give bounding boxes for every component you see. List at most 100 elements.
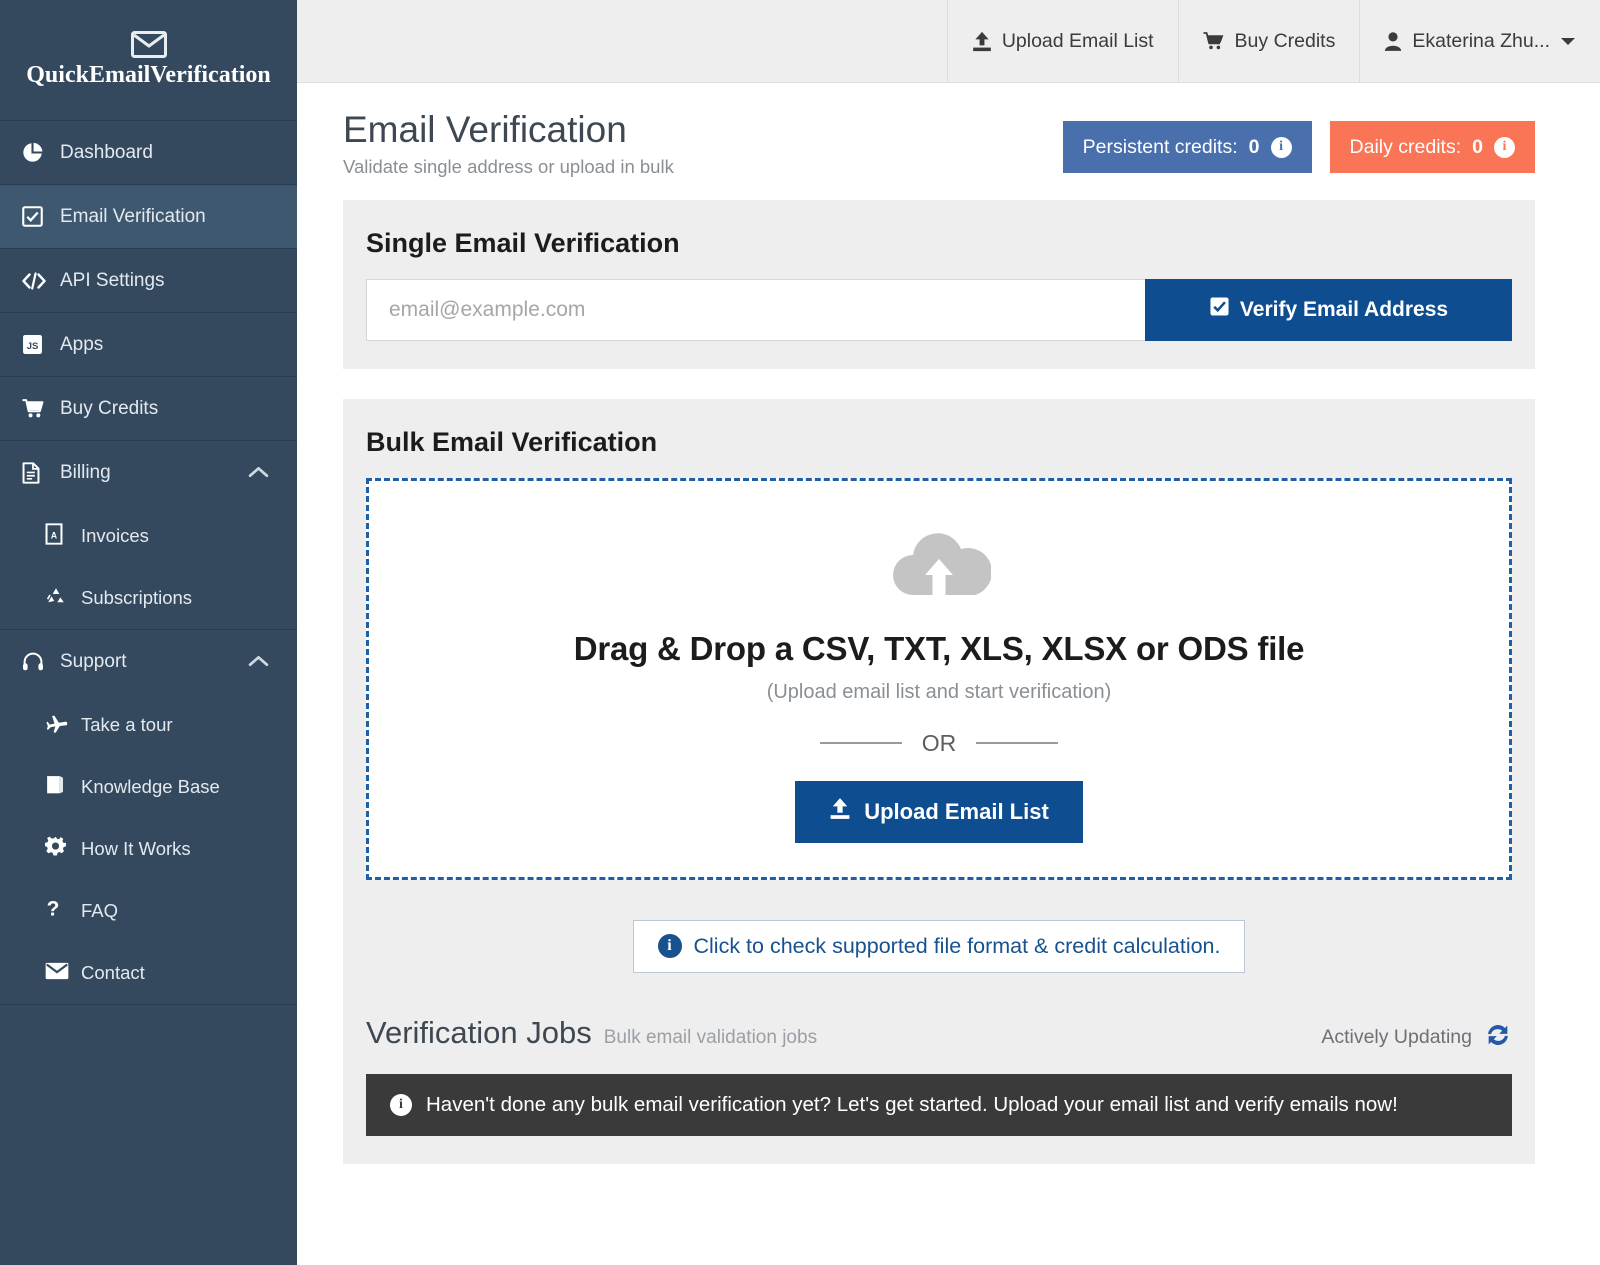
persistent-credits-badge[interactable]: Persistent credits: 0 i xyxy=(1063,121,1312,173)
upload-button-label: Upload Email List xyxy=(864,799,1049,825)
scrollbar-track[interactable] xyxy=(1586,83,1600,1265)
upload-icon xyxy=(972,31,992,52)
svg-text:A: A xyxy=(51,530,58,540)
sidebar-item-how-it-works[interactable]: How It Works xyxy=(0,818,297,880)
cart-icon xyxy=(1203,31,1225,51)
page-subtitle: Validate single address or upload in bul… xyxy=(343,156,674,178)
user-avatar-icon xyxy=(1384,31,1402,52)
chevron-down-icon[interactable] xyxy=(1560,36,1576,47)
info-icon[interactable]: i xyxy=(1271,137,1292,158)
sidebar-item-label: Knowledge Base xyxy=(81,776,220,798)
sidebar-item-dashboard[interactable]: Dashboard xyxy=(0,121,297,185)
js-icon: JS xyxy=(22,334,52,355)
file-pdf-icon: A xyxy=(45,523,73,550)
upload-icon xyxy=(829,797,851,826)
chevron-up-icon[interactable] xyxy=(248,651,269,673)
email-input[interactable] xyxy=(366,279,1145,341)
format-link-label: Click to check supported file format & c… xyxy=(694,934,1221,959)
sidebar-item-api-settings[interactable]: API Settings xyxy=(0,249,297,313)
brand-logo[interactable]: QuickEmailVerification xyxy=(0,0,297,121)
single-email-form: Verify Email Address xyxy=(366,279,1512,341)
verify-email-address-button[interactable]: Verify Email Address xyxy=(1145,279,1512,341)
info-icon: i xyxy=(390,1094,412,1116)
or-divider: OR xyxy=(820,730,1059,757)
sidebar-item-billing[interactable]: Billing xyxy=(0,441,297,505)
persistent-credits-value: 0 xyxy=(1249,136,1260,159)
sidebar-item-label: API Settings xyxy=(60,270,165,292)
page-title-block: Email Verification Validate single addre… xyxy=(343,109,674,178)
single-email-verification-panel: Single Email Verification Verify Email A… xyxy=(343,200,1535,369)
topbar-user-label: Ekaterina Zhu... xyxy=(1412,30,1550,53)
sidebar-item-support[interactable]: Support xyxy=(0,630,297,694)
page-title: Email Verification xyxy=(343,109,674,152)
jobs-status[interactable]: Actively Updating xyxy=(1321,1021,1512,1054)
verify-button-label: Verify Email Address xyxy=(1240,298,1448,322)
sidebar-item-label: Support xyxy=(60,651,127,673)
svg-text:JS: JS xyxy=(27,341,39,352)
topbar-buy-credits-button[interactable]: Buy Credits xyxy=(1178,0,1360,82)
sidebar-item-label: How It Works xyxy=(81,838,191,860)
gear-icon xyxy=(45,836,73,862)
topbar: Upload Email List Buy Credits xyxy=(297,0,1600,83)
cloud-upload-icon xyxy=(887,525,991,604)
book-icon xyxy=(45,774,73,800)
bulk-email-verification-panel: Bulk Email Verification Drag & Drop a CS… xyxy=(343,399,1535,1164)
jobs-empty-message: Haven't done any bulk email verification… xyxy=(426,1093,1398,1117)
sidebar-item-label: Billing xyxy=(60,462,111,484)
jobs-empty-alert: i Haven't done any bulk email verificati… xyxy=(366,1074,1512,1136)
sidebar-item-label: Dashboard xyxy=(60,142,153,164)
pie-chart-icon xyxy=(22,142,52,163)
refresh-sync-icon[interactable] xyxy=(1484,1021,1512,1054)
sidebar-item-faq[interactable]: ? FAQ xyxy=(0,880,297,942)
or-line-right xyxy=(976,742,1058,744)
persistent-credits-label: Persistent credits: xyxy=(1083,136,1238,159)
sidebar-item-label: Email Verification xyxy=(60,206,206,228)
sidebar-item-email-verification[interactable]: Email Verification xyxy=(0,185,297,249)
sidebar-item-buy-credits[interactable]: Buy Credits xyxy=(0,377,297,441)
chevron-up-icon[interactable] xyxy=(248,462,269,484)
verification-jobs-header: Verification Jobs Bulk email validation … xyxy=(366,1015,1512,1054)
page-header: Email Verification Validate single addre… xyxy=(343,109,1535,178)
sidebar-item-label: Subscriptions xyxy=(81,587,192,609)
sidebar-item-invoices[interactable]: A Invoices xyxy=(0,505,297,567)
sidebar-item-label: Apps xyxy=(60,334,103,356)
main-region: Upload Email List Buy Credits xyxy=(297,0,1600,1265)
credits-group: Persistent credits: 0 i Daily credits: 0… xyxy=(1063,121,1535,173)
info-icon: i xyxy=(658,934,682,958)
plane-icon xyxy=(45,713,73,738)
sidebar-item-contact[interactable]: Contact xyxy=(0,942,297,1004)
app-root: QuickEmailVerification Dashboard Email V… xyxy=(0,0,1600,1265)
topbar-user-menu[interactable]: Ekaterina Zhu... xyxy=(1359,0,1600,82)
sidebar-item-label: Take a tour xyxy=(81,714,173,736)
sidebar-item-subscriptions[interactable]: Subscriptions xyxy=(0,567,297,629)
file-dropzone[interactable]: Drag & Drop a CSV, TXT, XLS, XLSX or ODS… xyxy=(366,478,1512,880)
verification-jobs-title: Verification Jobs xyxy=(366,1015,592,1051)
supported-format-link[interactable]: i Click to check supported file format &… xyxy=(633,920,1246,973)
envelope-icon xyxy=(45,962,73,985)
document-icon xyxy=(22,462,52,484)
cart-icon xyxy=(22,398,52,419)
sidebar-item-apps[interactable]: JS Apps xyxy=(0,313,297,377)
upload-email-list-button[interactable]: Upload Email List xyxy=(795,781,1083,843)
sidebar-item-take-a-tour[interactable]: Take a tour xyxy=(0,694,297,756)
dropzone-title: Drag & Drop a CSV, TXT, XLS, XLSX or ODS… xyxy=(574,630,1305,668)
sidebar-item-label: Invoices xyxy=(81,525,149,547)
daily-credits-badge[interactable]: Daily credits: 0 i xyxy=(1330,121,1535,173)
code-icon xyxy=(22,272,52,290)
topbar-upload-label: Upload Email List xyxy=(1002,30,1154,53)
sidebar-group-billing: Billing A Invoices xyxy=(0,441,297,630)
sidebar: QuickEmailVerification Dashboard Email V… xyxy=(0,0,297,1265)
jobs-status-label: Actively Updating xyxy=(1321,1026,1472,1049)
bulk-panel-title: Bulk Email Verification xyxy=(366,427,1512,458)
checkbox-checked-icon xyxy=(1209,296,1230,323)
info-icon[interactable]: i xyxy=(1494,137,1515,158)
checkbox-checked-icon xyxy=(22,206,52,227)
sidebar-item-knowledge-base[interactable]: Knowledge Base xyxy=(0,756,297,818)
brand-name: QuickEmailVerification xyxy=(26,62,270,89)
page-content: Email Verification Validate single addre… xyxy=(297,83,1600,1265)
topbar-upload-email-list-button[interactable]: Upload Email List xyxy=(947,0,1178,82)
daily-credits-value: 0 xyxy=(1472,136,1483,159)
daily-credits-label: Daily credits: xyxy=(1350,136,1462,159)
sidebar-group-support: Support Take a tour xyxy=(0,630,297,1005)
recycle-icon xyxy=(45,586,73,611)
